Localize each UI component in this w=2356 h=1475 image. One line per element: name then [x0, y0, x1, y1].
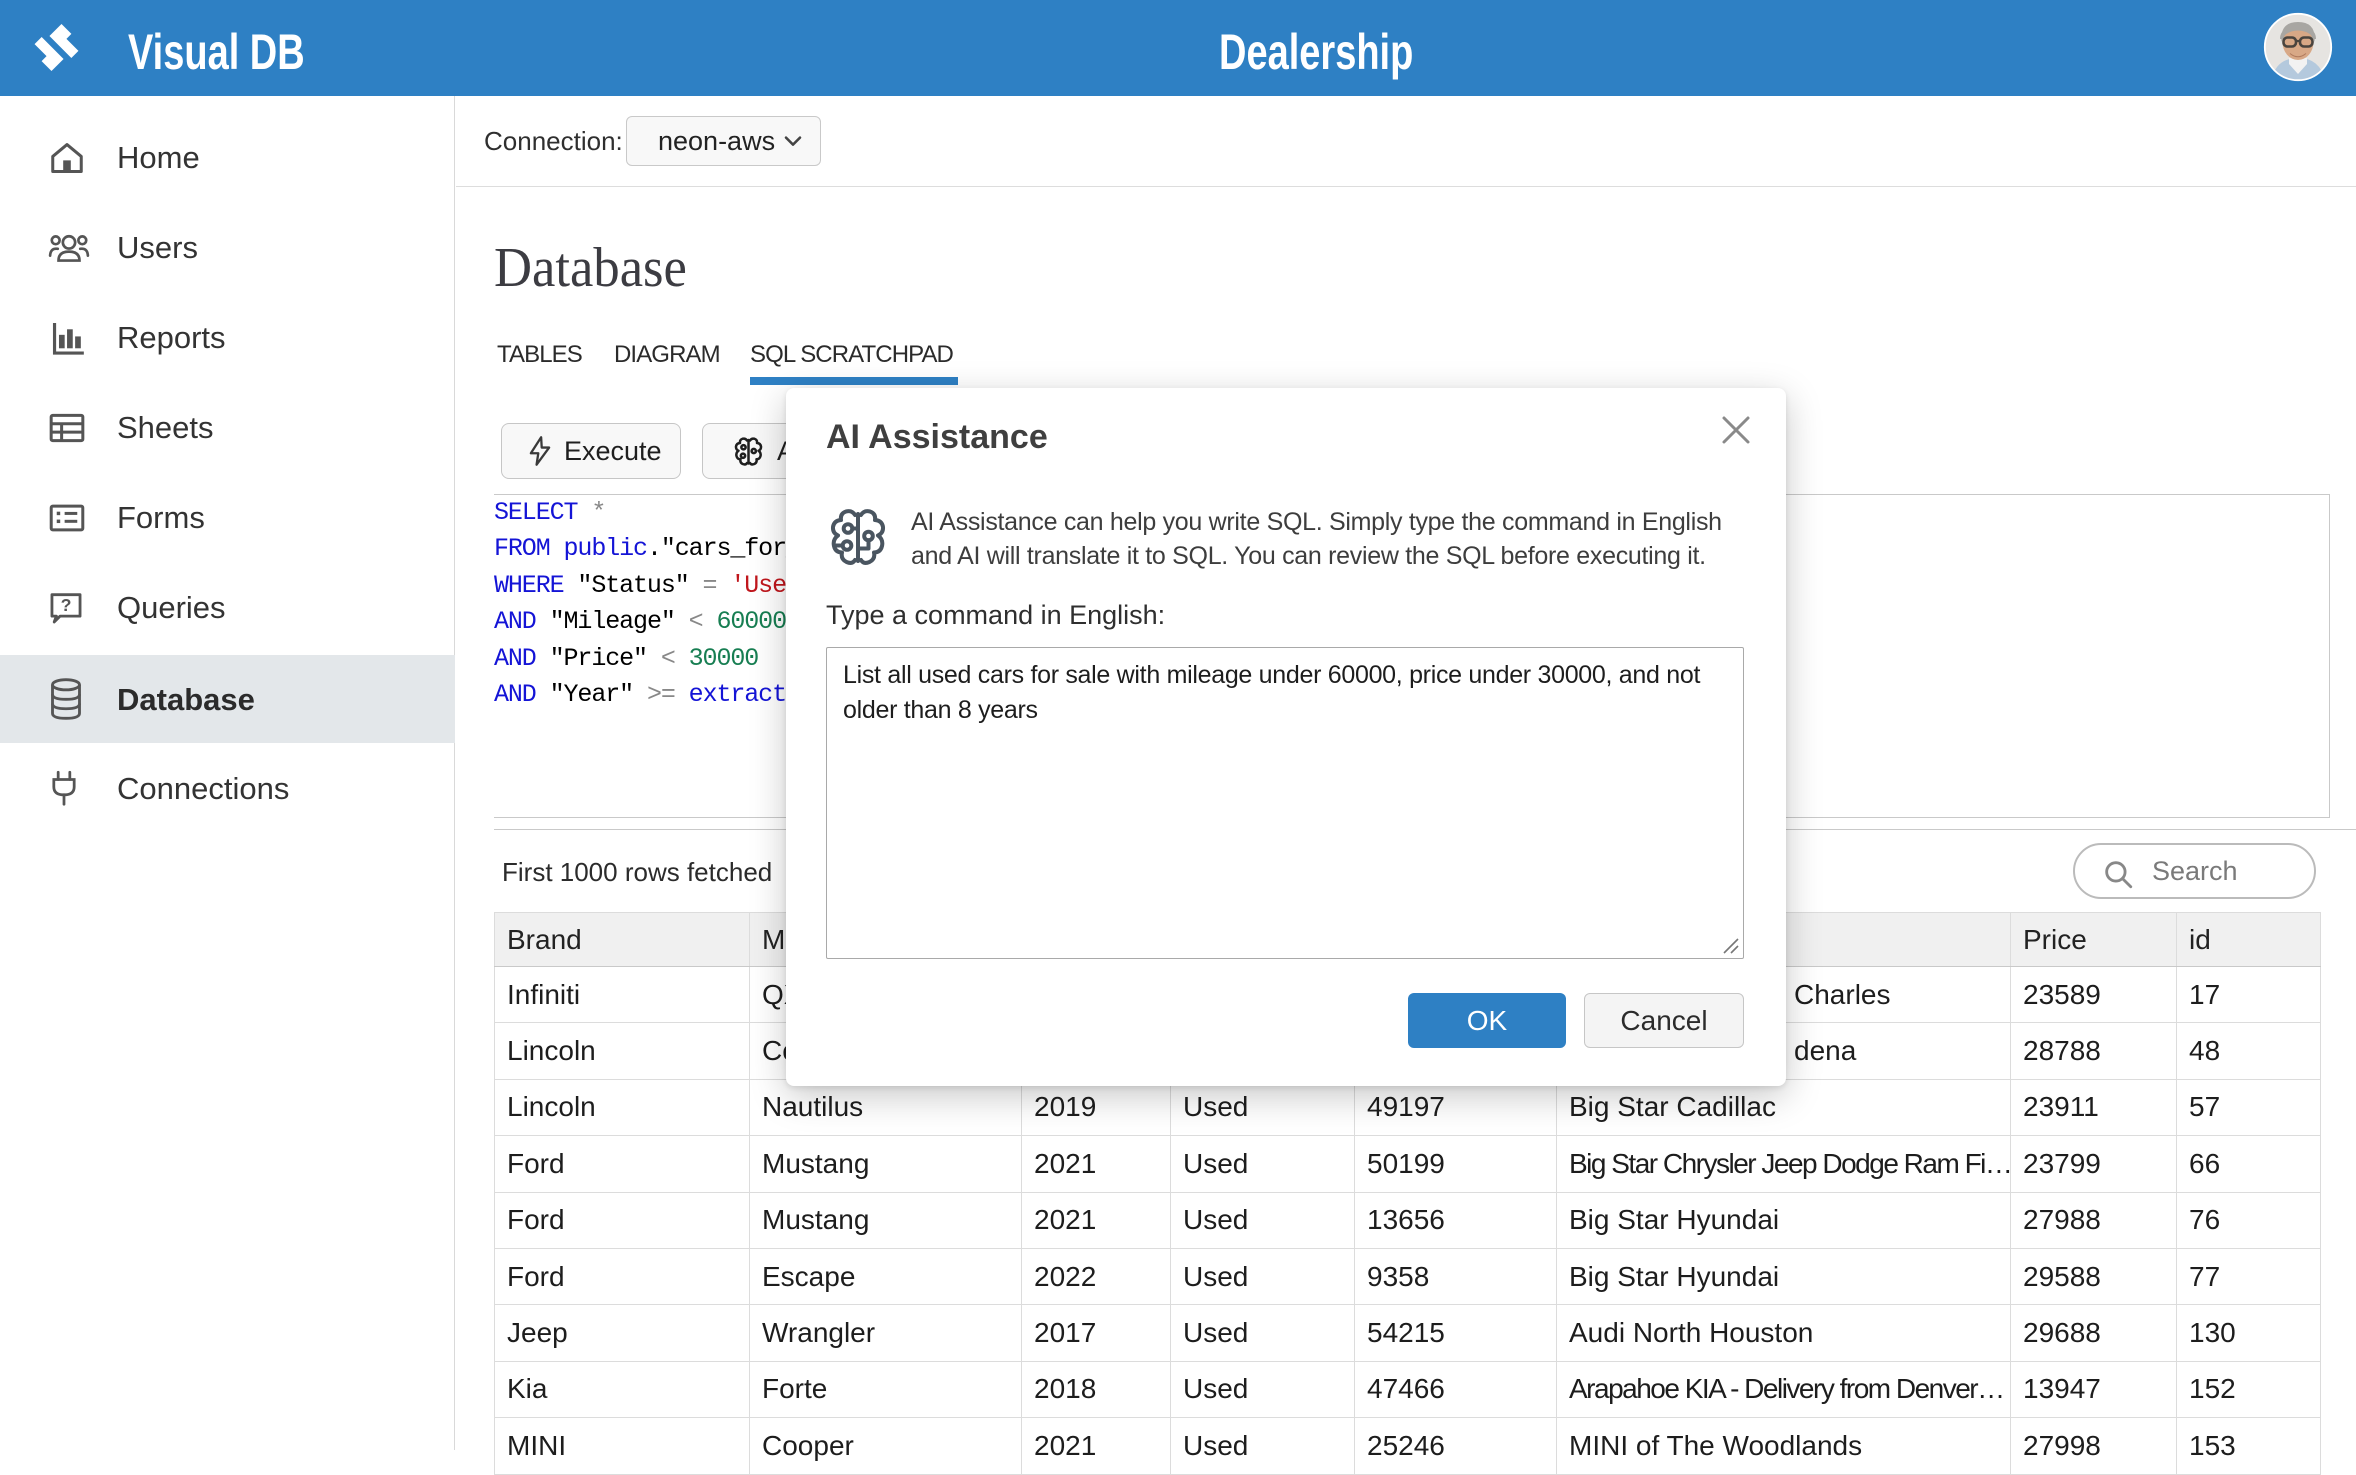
svg-text:?: ?	[61, 595, 72, 615]
